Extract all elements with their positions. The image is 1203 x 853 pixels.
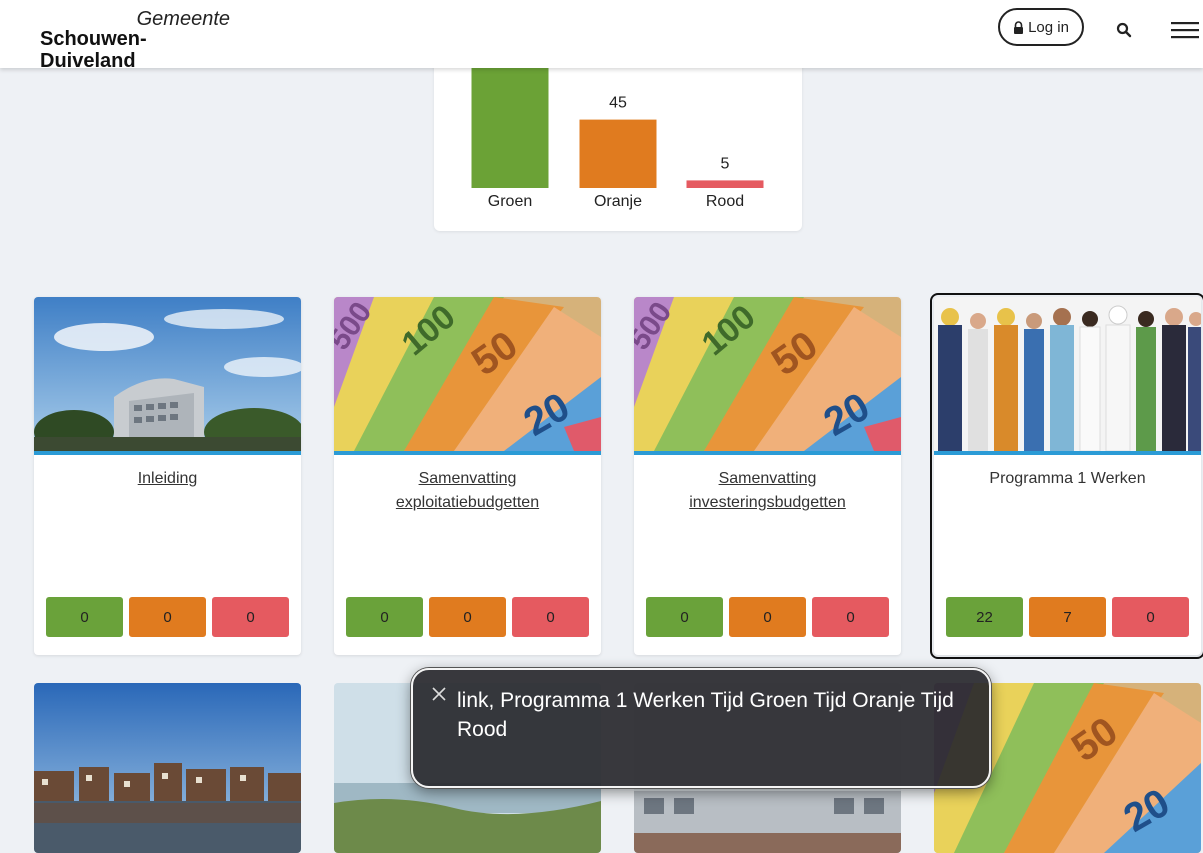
badge-oranje: 0 — [429, 597, 506, 637]
badge-oranje: 0 — [729, 597, 806, 637]
voiceover-caption-panel: link, Programma 1 Werken Tijd Groen Tijd… — [411, 668, 991, 788]
badge-groen: 22 — [946, 597, 1023, 637]
close-icon[interactable] — [431, 686, 447, 702]
tile-image — [934, 297, 1201, 451]
lock-icon — [1014, 20, 1024, 34]
logo-top-text: Gemeente — [136, 8, 230, 30]
search-icon[interactable] — [1116, 22, 1132, 38]
tile-accent-bar — [34, 451, 301, 455]
bar-rood — [686, 180, 764, 188]
status-badges: 0 0 0 — [346, 597, 589, 637]
category-label-groen: Groen — [488, 193, 532, 210]
badge-rood: 0 — [1112, 597, 1189, 637]
status-badges: 0 0 0 — [646, 597, 889, 637]
badge-rood: 0 — [212, 597, 289, 637]
login-button[interactable]: Log in — [998, 8, 1084, 46]
tile-accent-bar — [334, 451, 601, 455]
tile-accent-bar — [634, 451, 901, 455]
tile-image: 50 20 100 500 — [334, 297, 601, 451]
badge-oranje: 0 — [129, 597, 206, 637]
badge-rood: 0 — [512, 597, 589, 637]
logo-bottom-text: Schouwen-Duiveland — [40, 28, 147, 72]
badge-rood: 0 — [812, 597, 889, 637]
tile-image — [34, 683, 301, 853]
category-label-rood: Rood — [706, 193, 744, 210]
bar-oranje — [579, 119, 657, 188]
hamburger-menu-icon[interactable] — [1171, 20, 1199, 40]
tile-accent-bar — [934, 451, 1201, 455]
category-label-oranje: Oranje — [594, 193, 642, 210]
login-label: Log in — [1028, 18, 1069, 36]
tile-image — [34, 297, 301, 451]
tile-title-link[interactable]: Samenvatting investeringsbudgetten — [654, 467, 881, 515]
tile-programma-1-werken[interactable]: Programma 1 Werken 22 7 0 — [930, 293, 1203, 659]
tile-samenvatting-exploitatiebudgetten[interactable]: 50 20 100 500 Samenvatting exploitatiebu… — [334, 297, 601, 655]
tile-samenvatting-investeringsbudgetten[interactable]: 50 20 100 500 Samenvatting investeringsb… — [634, 297, 901, 655]
tile-inleiding[interactable]: Inleiding 0 0 0 — [34, 297, 301, 655]
data-label-oranje: 45 — [609, 95, 627, 112]
tile-title-link[interactable]: Samenvatting exploitatiebudgetten — [354, 467, 581, 515]
badge-groen: 0 — [646, 597, 723, 637]
site-logo[interactable]: Gemeente Schouwen-Duiveland — [40, 8, 240, 72]
tile-title-link[interactable]: Inleiding — [54, 467, 281, 491]
tile-harbor-town[interactable] — [34, 683, 301, 853]
status-badges: 22 7 0 — [946, 597, 1189, 637]
badge-groen: 0 — [346, 597, 423, 637]
badge-oranje: 7 — [1029, 597, 1106, 637]
tile-title-link[interactable]: Programma 1 Werken — [954, 467, 1181, 491]
status-bar-chart: Groen 45 Oranje 5 Rood — [471, 40, 764, 210]
voiceover-caption-text: link, Programma 1 Werken Tijd Groen Tijd… — [457, 689, 954, 741]
status-chart-card: Groen 45 Oranje 5 Rood — [434, 40, 802, 231]
badge-groen: 0 — [46, 597, 123, 637]
tile-image: 50 20 100 500 — [634, 297, 901, 451]
site-header: Gemeente Schouwen-Duiveland Log in — [0, 0, 1203, 72]
status-badges: 0 0 0 — [46, 597, 289, 637]
data-label-rood: 5 — [721, 155, 730, 172]
